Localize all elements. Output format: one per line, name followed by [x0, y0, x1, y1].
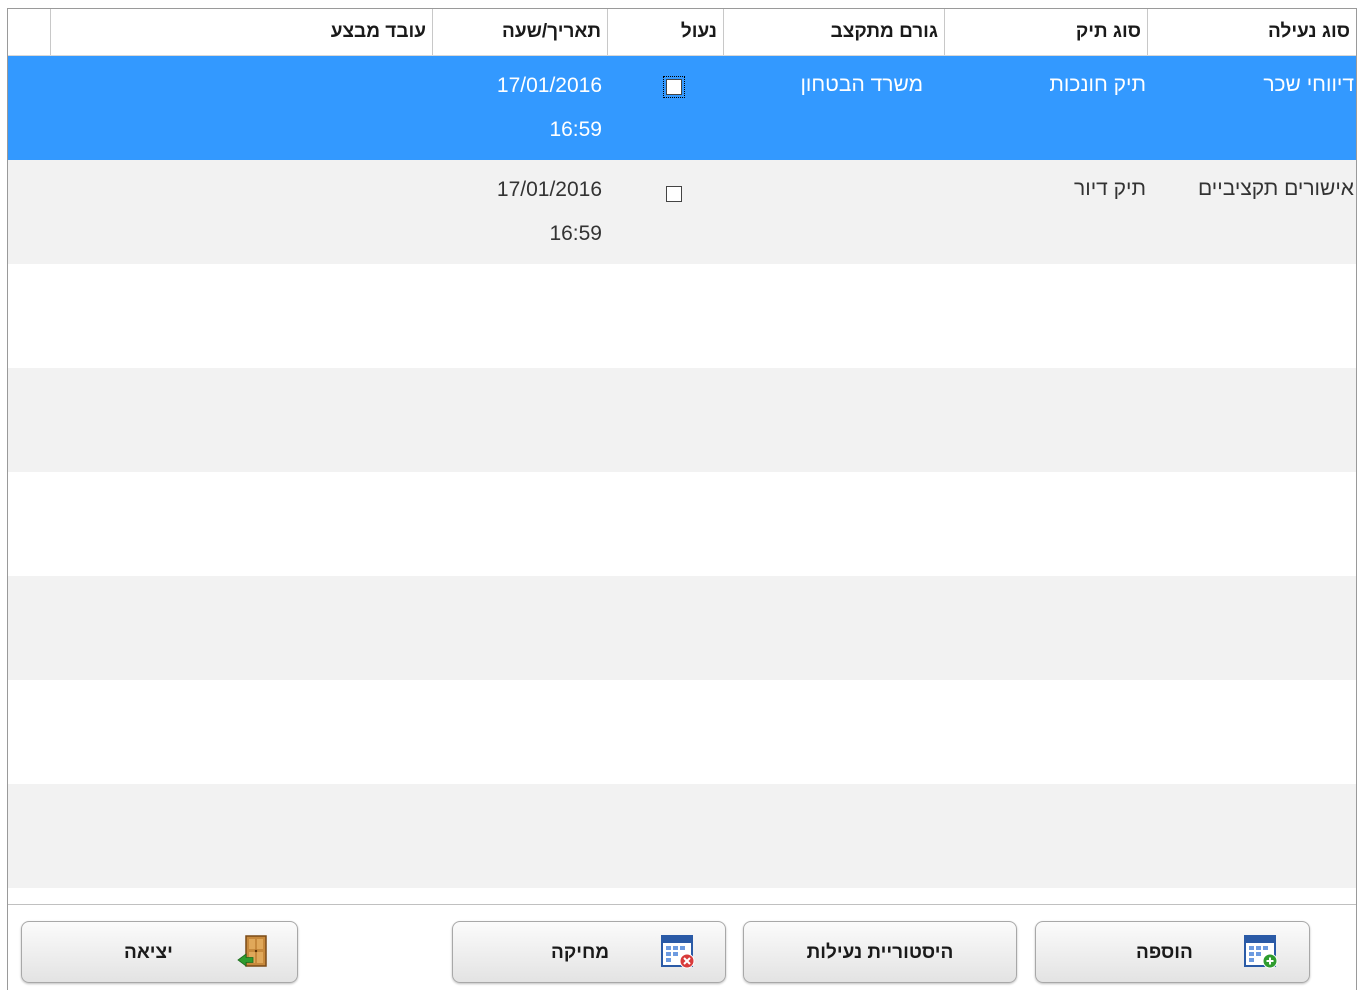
cell-budget-source: משרד הבטחון [800, 73, 923, 96]
empty-row [8, 576, 1356, 680]
lock-history-button[interactable]: היסטוריית נעילות [743, 921, 1017, 983]
empty-row [8, 784, 1356, 888]
cell-worker [51, 56, 433, 160]
add-button[interactable]: הוספה [1035, 921, 1310, 983]
main-window: סוג נעילה סוג תיק גורם מתקצב נעול תאריך/… [7, 8, 1357, 992]
exit-button-label: יציאה [124, 942, 173, 963]
header-spacer [8, 9, 51, 55]
cell-file-type: תיק דיור [1074, 177, 1146, 200]
header-locked[interactable]: נעול [608, 9, 724, 55]
locked-checkbox[interactable] [666, 186, 682, 202]
table-row[interactable]: אישורים תקציביים תיק דיור 17/01/2016 16:… [8, 160, 1356, 264]
header-lock-type[interactable]: סוג נעילה [1148, 9, 1356, 55]
calendar-add-icon [1244, 935, 1278, 969]
empty-row [8, 368, 1356, 472]
exit-door-icon [237, 935, 267, 967]
add-button-label: הוספה [1136, 942, 1193, 963]
locks-grid: סוג נעילה סוג תיק גורם מתקצב נעול תאריך/… [8, 9, 1356, 902]
cell-time: 16:59 [549, 222, 602, 245]
header-datetime[interactable]: תאריך/שעה [433, 9, 608, 55]
cell-date: 17/01/2016 [496, 178, 602, 201]
empty-row [8, 472, 1356, 576]
delete-button[interactable]: מחיקה [452, 921, 726, 983]
cell-datetime: 17/01/2016 16:59 [433, 160, 602, 264]
cell-worker [51, 160, 433, 264]
cell-datetime: 17/01/2016 16:59 [433, 56, 602, 160]
header-file-type[interactable]: סוג תיק [945, 9, 1148, 55]
header-budget-source[interactable]: גורם מתקצב [724, 9, 945, 55]
cell-lock-type: אישורים תקציביים [1197, 177, 1354, 200]
cell-date: 17/01/2016 [496, 74, 602, 97]
cell-lock-type: דיווחי שכר [1263, 73, 1354, 96]
cell-file-type: תיק חונכות [1049, 73, 1146, 96]
table-row[interactable]: דיווחי שכר תיק חונכות משרד הבטחון 17/01/… [8, 56, 1356, 160]
lock-history-label: היסטוריית נעילות [806, 942, 954, 963]
bottom-toolbar: הוספה היסטוריית נעילות מחיקה יציאה [8, 904, 1356, 992]
delete-button-label: מחיקה [551, 942, 610, 963]
empty-row [8, 264, 1356, 368]
locked-checkbox[interactable] [663, 76, 685, 98]
cell-time: 16:59 [549, 118, 602, 141]
exit-button[interactable]: יציאה [21, 921, 298, 983]
empty-row [8, 680, 1356, 784]
cell-budget-source [724, 160, 923, 264]
header-worker[interactable]: עובד מבצע [51, 9, 433, 55]
grid-header: סוג נעילה סוג תיק גורם מתקצב נעול תאריך/… [8, 9, 1356, 56]
calendar-delete-icon [661, 935, 695, 969]
